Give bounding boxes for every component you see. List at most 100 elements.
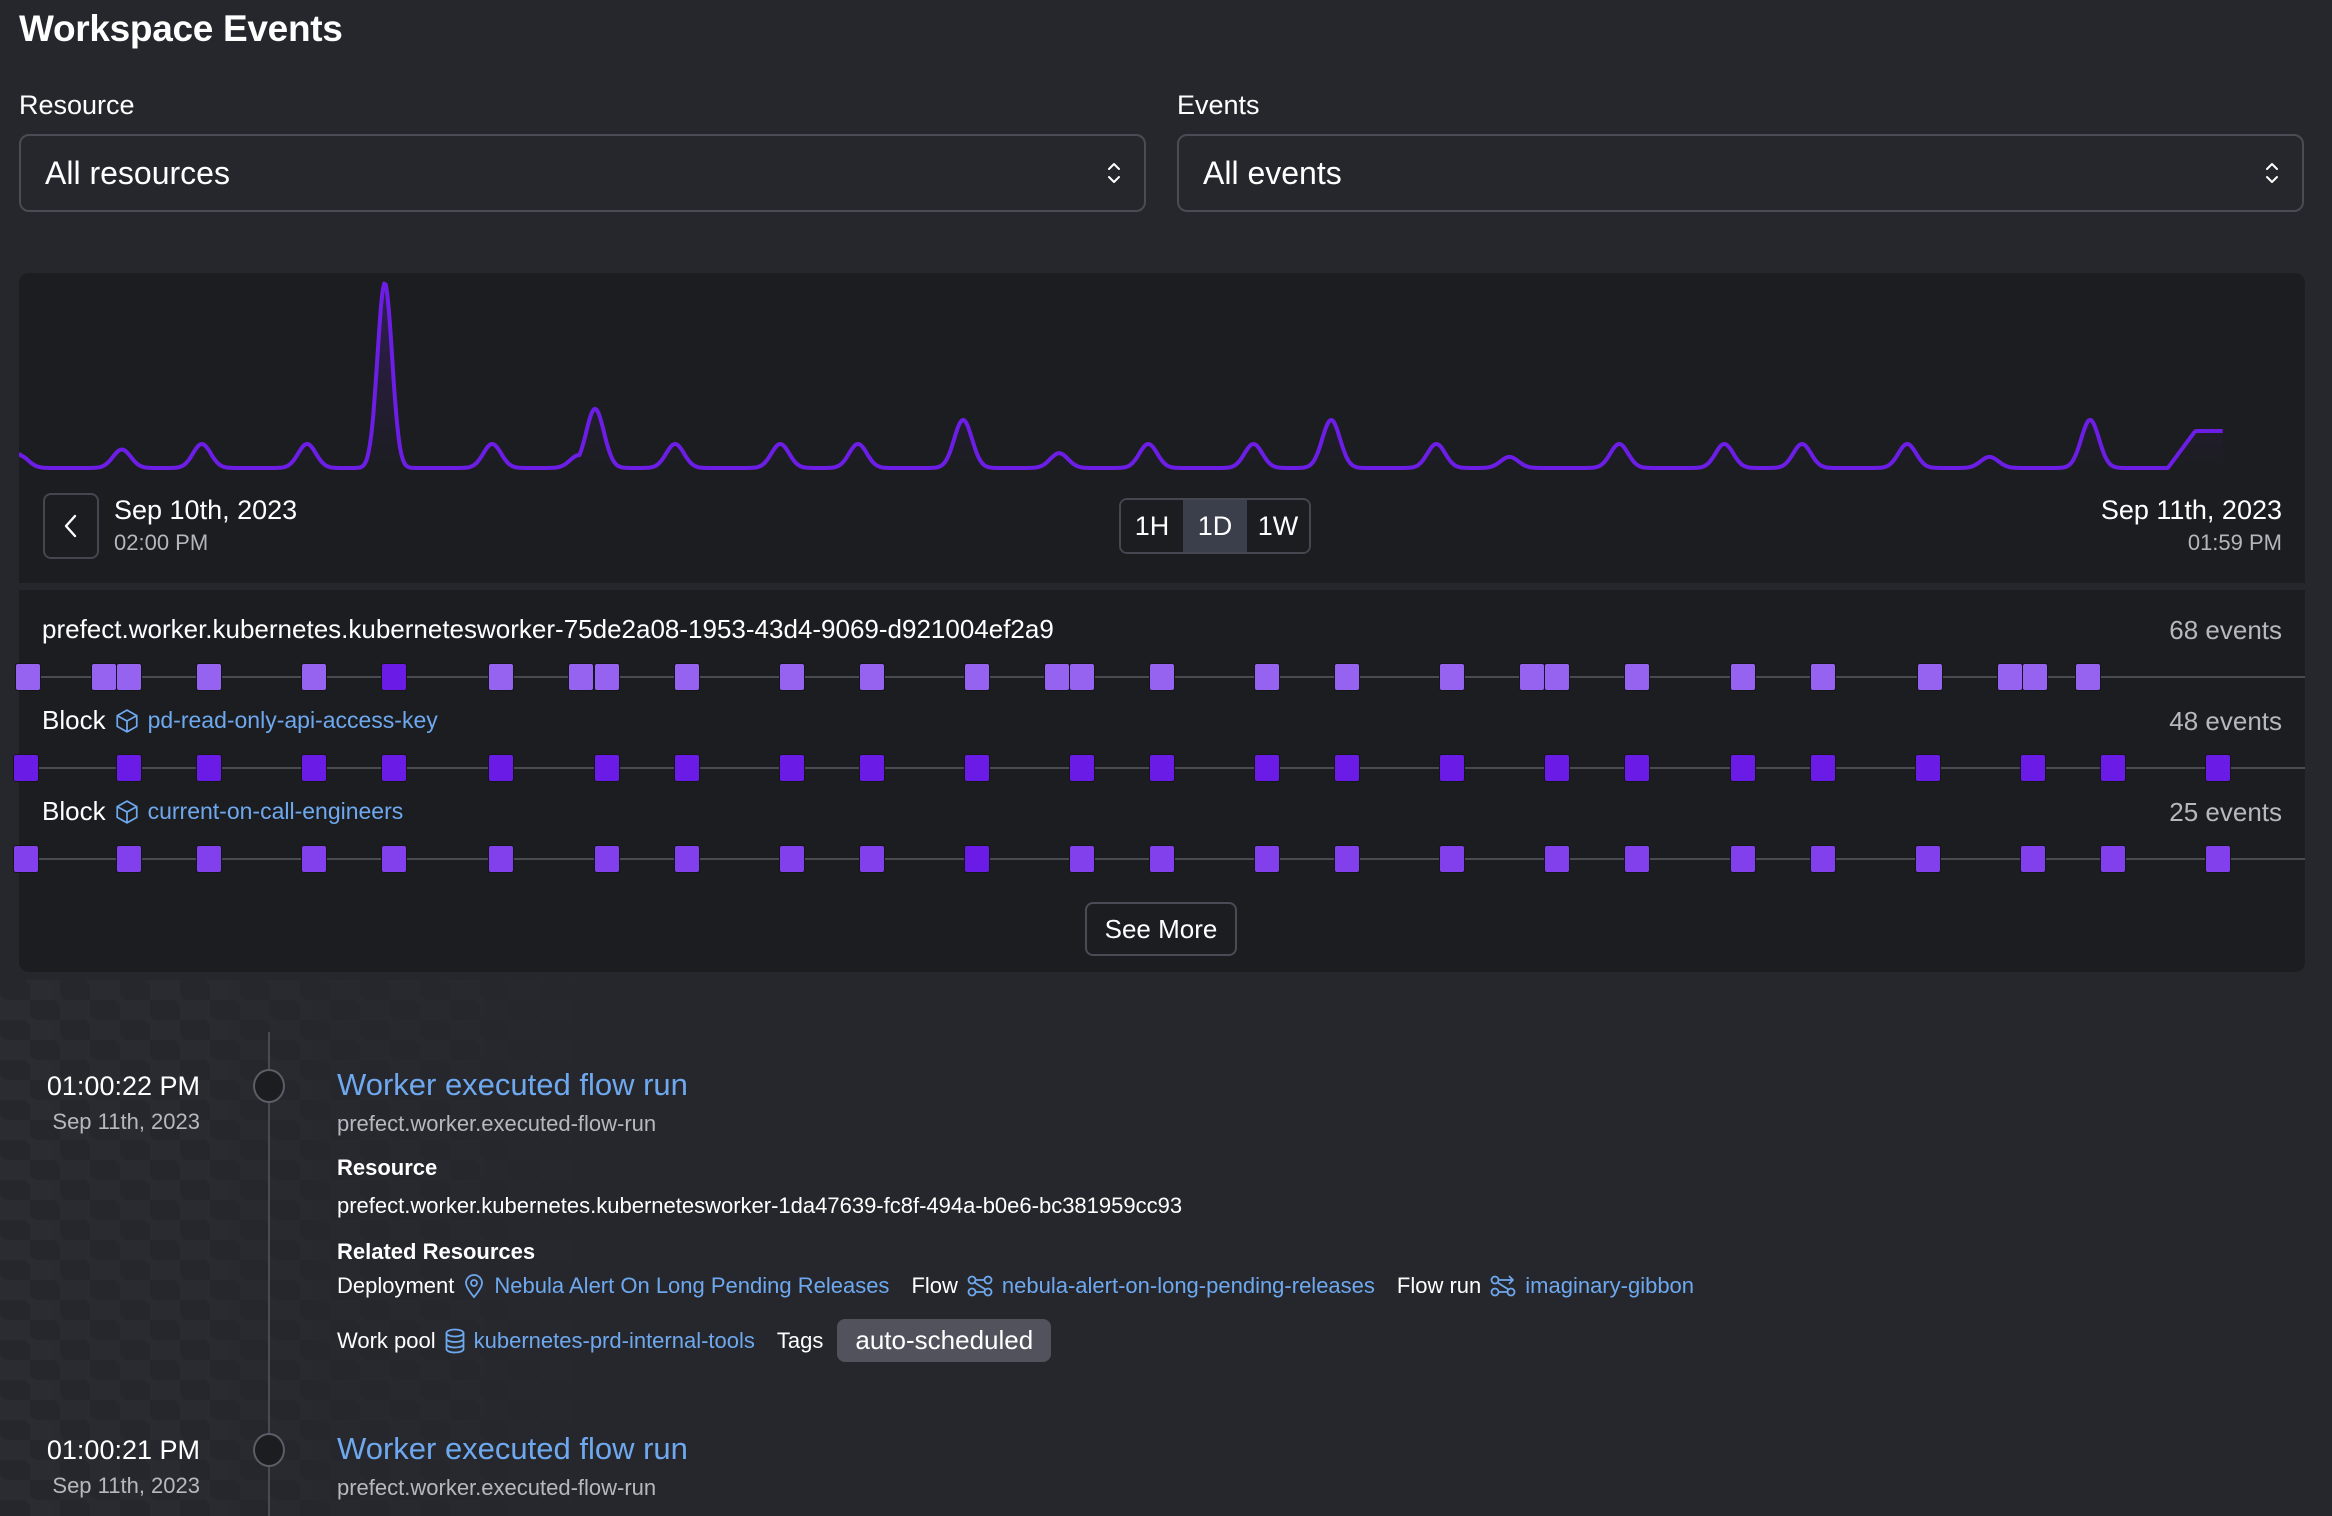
timeline-dot (253, 1433, 285, 1467)
event-title-link[interactable]: Worker executed flow run (337, 1431, 688, 1467)
event-marker[interactable] (300, 845, 327, 873)
event-type: prefect.worker.executed-flow-run (337, 1111, 657, 1136)
resource-heading: Resource (337, 1155, 438, 1180)
event-title-link[interactable]: Worker executed flow run (337, 1067, 688, 1103)
work-pool-link[interactable]: kubernetes-prd-internal-tools (474, 1328, 755, 1354)
event-marker[interactable] (12, 845, 39, 873)
events-filter-label: Events (1177, 90, 1260, 120)
flow-run-link[interactable]: imaginary-gibbon (1525, 1273, 1694, 1299)
event-marker[interactable] (1544, 845, 1571, 873)
event-marker[interactable] (2099, 845, 2126, 873)
resource-type: Block (42, 705, 106, 735)
event-time: 01:00:21 PM (46, 1435, 200, 1465)
related-deployment: Deployment Nebula Alert On Long Pending … (337, 1273, 889, 1299)
resource-row: Block pd-read-only-api-access-key 48 eve… (12, 681, 2305, 782)
event-marker[interactable] (195, 845, 222, 873)
event-marker[interactable] (963, 845, 990, 873)
related-key: Work pool (337, 1327, 436, 1353)
see-more-button[interactable]: See More (1085, 902, 1237, 956)
resource-row-title: Block current-on-call-engineers (42, 796, 403, 827)
page-title: Workspace Events (19, 8, 343, 49)
resource-timelines: prefect.worker.kubernetes.kuberneteswork… (12, 590, 2305, 972)
event-marker[interactable] (115, 845, 142, 873)
resource-filter-label: Resource (19, 90, 135, 120)
range-start: Sep 10th, 2023 02:00 PM (114, 495, 297, 556)
range-1d-button[interactable]: 1D (1183, 500, 1247, 552)
resource-select[interactable]: All resources (19, 134, 1146, 212)
resource-event-count: 25 events (2169, 797, 2282, 827)
resource-name: prefect.worker.kubernetes.kuberneteswork… (42, 614, 1054, 644)
resource-event-count: 48 events (2169, 706, 2282, 736)
related-key: Flow (911, 1273, 958, 1298)
related-key: Flow run (1396, 1273, 1482, 1298)
event-volume-chart[interactable]: Sep 10th, 2023 02:00 PM 1H 1D 1W Sep 11t… (19, 273, 2305, 583)
range-selector: 1H 1D 1W (1119, 498, 1311, 554)
event-marker[interactable] (778, 845, 805, 873)
chevron-left-icon (64, 514, 77, 538)
event-marker[interactable] (1809, 845, 1836, 873)
range-1w-button[interactable]: 1W (1247, 500, 1309, 552)
flow-link[interactable]: nebula-alert-on-long-pending-releases (1002, 1273, 1375, 1299)
event-marker[interactable] (858, 845, 885, 873)
related-key: Deployment (337, 1273, 455, 1298)
range-end: Sep 11th, 2023 01:59 PM (2101, 495, 2282, 556)
resource-row: prefect.worker.kubernetes.kuberneteswork… (15, 590, 2305, 691)
range-end-time: 01:59 PM (2187, 530, 2282, 555)
related-work-pool: Work pool kubernetes-prd-internal-tools (337, 1328, 755, 1354)
event-marker[interactable] (380, 845, 407, 873)
event-marker[interactable] (1068, 845, 1095, 873)
event-marker[interactable] (488, 845, 515, 873)
events-select-value: All events (1203, 154, 1342, 191)
event-marker[interactable] (1254, 845, 1281, 873)
database-icon (445, 1328, 465, 1353)
resource-row: Block current-on-call-engineers 25 event… (12, 772, 2305, 873)
chevron-up-down-icon (2266, 163, 2278, 183)
event-marker[interactable] (1729, 845, 1756, 873)
event-marker[interactable] (1914, 845, 1941, 873)
map-pin-icon (465, 1274, 484, 1299)
event-type: prefect.worker.executed-flow-run (337, 1475, 657, 1500)
resource-row-title: Block pd-read-only-api-access-key (42, 705, 438, 736)
cube-icon (115, 799, 138, 824)
related-resources-list: Deployment Nebula Alert On Long Pending … (337, 1273, 1706, 1299)
event-marker[interactable] (593, 845, 620, 873)
chevron-up-down-icon (1108, 163, 1120, 183)
event-marker[interactable] (1334, 845, 1361, 873)
tag-badge[interactable]: auto-scheduled (837, 1319, 1052, 1362)
event-marker[interactable] (1624, 845, 1651, 873)
range-1h-button[interactable]: 1H (1121, 500, 1183, 552)
resource-row-title: prefect.worker.kubernetes.kuberneteswork… (42, 614, 1054, 645)
tags-label: Tags (776, 1327, 824, 1353)
event-time: 01:00:22 PM (46, 1071, 200, 1101)
work-pool-and-tags: Work pool kubernetes-prd-internal-tools … (337, 1319, 1052, 1362)
sparkline-line (19, 281, 2224, 470)
event-volume-sparkline (19, 281, 2224, 470)
resource-select-value: All resources (45, 154, 230, 191)
event-date: Sep 11th, 2023 (52, 1109, 200, 1134)
events-select[interactable]: All events (1177, 134, 2304, 212)
event-date: Sep 11th, 2023 (52, 1473, 200, 1498)
sparkline-area (19, 283, 2223, 468)
range-end-date: Sep 11th, 2023 (2100, 495, 2282, 525)
flow-run-icon (1490, 1275, 1516, 1297)
event-marker[interactable] (2019, 845, 2046, 873)
event-marker[interactable] (2205, 845, 2232, 873)
event-resource-id: prefect.worker.kubernetes.kuberneteswork… (337, 1193, 1183, 1218)
related-resources-heading: Related Resources (337, 1239, 536, 1264)
deployment-link[interactable]: Nebula Alert On Long Pending Releases (494, 1273, 889, 1299)
resource-link[interactable]: pd-read-only-api-access-key (148, 707, 438, 734)
event-marker[interactable] (1149, 845, 1175, 873)
previous-range-button[interactable] (43, 493, 99, 559)
timeline-dot (253, 1069, 285, 1103)
event-marker[interactable] (673, 845, 700, 873)
range-start-time: 02:00 PM (114, 530, 209, 555)
range-start-date: Sep 10th, 2023 (114, 495, 298, 525)
related-flow: Flow nebula-alert-on-long-pending-releas… (911, 1273, 1374, 1299)
cube-icon (115, 708, 138, 733)
related-flow-run: Flow run imaginary-gibbon (1397, 1273, 1694, 1299)
resource-event-count: 68 events (2169, 615, 2282, 645)
resource-type: Block (42, 796, 106, 826)
resource-link[interactable]: current-on-call-engineers (148, 798, 404, 825)
flow-icon (967, 1275, 993, 1297)
event-marker[interactable] (1439, 845, 1466, 873)
